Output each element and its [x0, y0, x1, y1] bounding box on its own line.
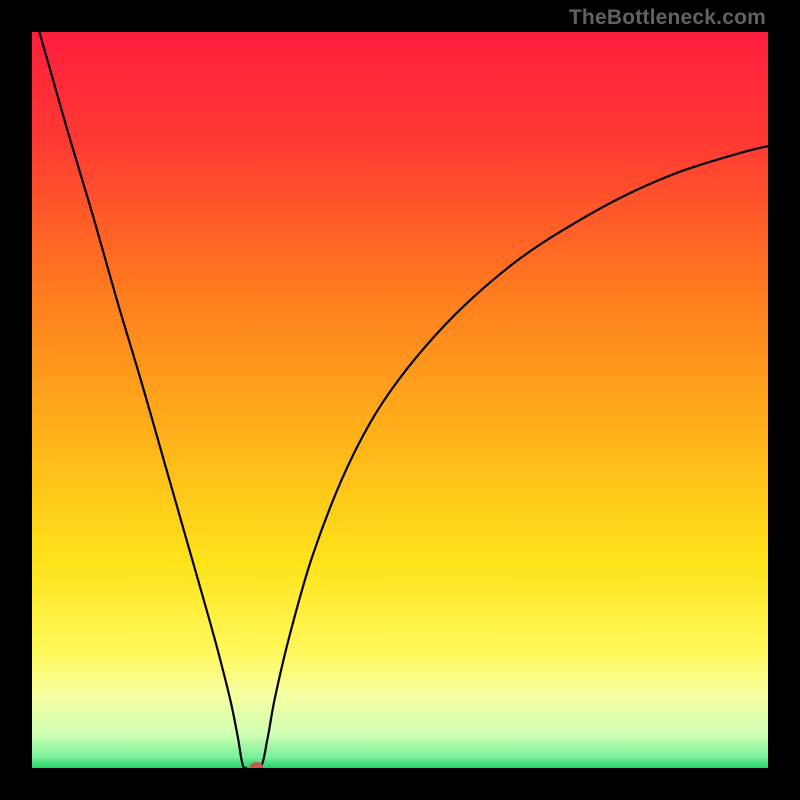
chart-frame: TheBottleneck.com	[0, 0, 800, 800]
gradient-background	[32, 32, 768, 768]
watermark-text: TheBottleneck.com	[569, 6, 766, 30]
plot-svg	[32, 32, 768, 768]
plot-area	[32, 32, 768, 768]
